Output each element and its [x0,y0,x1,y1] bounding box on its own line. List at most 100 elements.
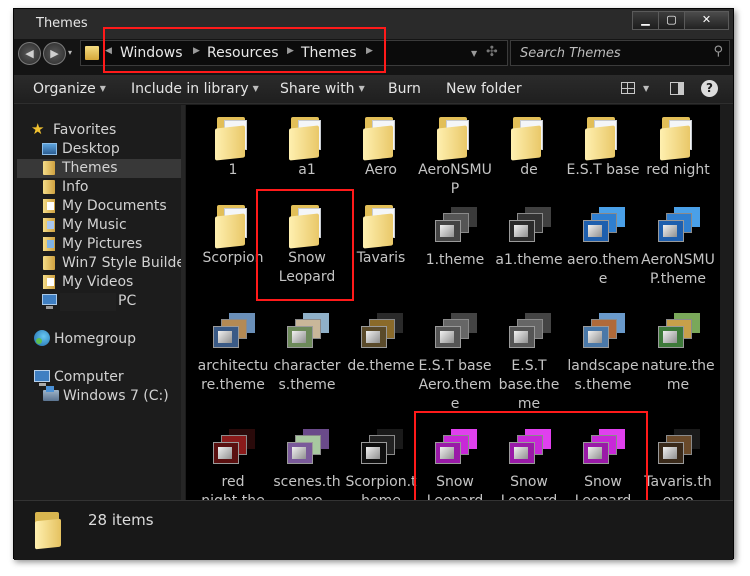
search-box[interactable]: ⚲ [510,40,730,66]
item-label: characters.theme [273,358,341,393]
back-button[interactable]: ◀ [18,42,41,65]
theme-file-de-theme[interactable]: de.theme [344,309,418,376]
nav-item-themes[interactable]: Themes [17,159,183,178]
address-dropdown-icon[interactable]: ▼ [471,49,477,58]
nav-label-info: Info [62,179,89,195]
theme-file-icon [579,207,627,245]
nav-item-my-documents[interactable]: My Documents [40,197,181,216]
nav-item-favorites[interactable]: ★ Favorites [31,120,181,140]
item-label: de.theme [347,358,415,374]
breadcrumb-windows[interactable]: Windows [120,45,183,61]
folder-item-aero[interactable]: Aero [344,115,418,180]
theme-file-icon [357,313,405,351]
theme-file-a1-theme[interactable]: a1.theme [492,203,566,270]
search-icon[interactable]: ⚲ [713,44,723,59]
folder-item-e-s-t-base[interactable]: E.S.T base [566,115,640,180]
nav-item-info[interactable]: Info [40,178,181,197]
help-icon[interactable]: ? [701,80,718,97]
folder-item-de[interactable]: de [492,115,566,180]
theme-file-aero-theme[interactable]: aero.theme [566,203,640,289]
item-count: 28 items [88,511,154,529]
maximize-button[interactable]: ▢ [658,11,685,30]
theme-file-landscapes-theme[interactable]: landscapes.theme [566,309,640,395]
folder-item-a1[interactable]: a1 [270,115,344,180]
folder-item-snow-leopard[interactable]: Snow Leopard [270,203,344,287]
nav-item-homegroup[interactable]: Homegroup [34,330,181,349]
folder-item-aeronsmup[interactable]: AeroNSMUP [418,115,492,199]
folder-icon [43,256,55,270]
theme-file-1-theme[interactable]: 1.theme [418,203,492,270]
theme-file-icon [579,429,627,467]
item-label: red night [646,162,710,178]
nav-label-favorites: Favorites [53,122,117,138]
chevron-down-icon: ▼ [358,84,365,93]
theme-file-icon [431,207,479,245]
folder-item-1[interactable]: 1 [196,115,270,180]
folder-icon [43,161,55,175]
item-label: E.S.T base [566,162,640,178]
folder-icon [289,203,325,249]
breadcrumb-resources[interactable]: Resources [207,45,279,61]
window-title: Themes [36,16,88,31]
folder-item-tavaris[interactable]: Tavaris [344,203,418,268]
burn-button[interactable]: Burn [388,81,421,97]
theme-file-e-s-t-base-theme[interactable]: E.S.T base.theme [492,309,566,414]
item-label: aero.theme [566,252,640,287]
chevron-down-icon[interactable]: ▼ [643,84,649,93]
music-folder-icon [43,218,55,232]
breadcrumb-chevron-icon[interactable]: ▶ [366,46,373,56]
item-label: 1 [228,162,238,178]
desktop-icon [42,143,57,155]
theme-file-scorpion-theme[interactable]: Scorpion.theme [344,425,418,511]
include-in-library-label: Include in library [131,81,249,97]
folder-icon [215,203,251,249]
nav-item-computer[interactable]: Computer [34,368,181,387]
theme-file-tavaris-theme[interactable]: Tavaris.theme [641,425,715,511]
videos-folder-icon [43,275,55,289]
minimize-button[interactable]: ▁ [632,11,659,30]
refresh-icon[interactable]: ✣ [486,44,498,60]
close-button[interactable]: ✕ [684,11,729,30]
folder-item-scorpion[interactable]: Scorpion [196,203,270,268]
nav-label-computer: Computer [54,369,124,385]
organize-menu[interactable]: Organize ▼ [33,81,106,97]
explorer-window: Themes ▁ ▢ ✕ ◀ ▶ ▾ ◀ Windows ▶ Resources… [13,8,734,560]
include-in-library-menu[interactable]: Include in library ▼ [131,81,259,97]
nav-item-my-videos[interactable]: My Videos [40,273,181,292]
nav-label-windows7-drive: Windows 7 (C:) [63,388,169,404]
theme-file-aeronsmup-theme[interactable]: AeroNSMUP.theme [641,203,715,289]
search-input[interactable] [511,41,701,65]
theme-file-scenes-theme[interactable]: scenes.theme [270,425,344,511]
nav-item-my-pictures[interactable]: My Pictures [40,235,181,254]
nav-label-themes: Themes [62,160,118,176]
file-list[interactable]: Tavaris.themeSnow Leopard .themeSnow Leo… [186,105,720,528]
folder-icon [511,115,547,161]
item-label: a1.theme [495,252,563,268]
share-with-menu[interactable]: Share with ▼ [280,81,365,97]
breadcrumb-chevron-icon[interactable]: ▶ [193,46,200,56]
nav-item-my-music[interactable]: My Music [40,216,181,235]
nav-item-pc[interactable]: PC [40,292,181,311]
theme-file-icon [654,207,702,245]
change-view-icon[interactable] [621,82,635,94]
breadcrumb-chevron-icon[interactable]: ◀ [105,46,112,56]
folder-item-red-night[interactable]: red night [641,115,715,180]
recent-pages-dropdown[interactable]: ▾ [68,48,72,57]
nav-item-desktop[interactable]: Desktop [40,140,181,159]
nav-item-win7-style-builder[interactable]: Win7 Style Builder [40,254,191,273]
theme-file-icon [283,313,331,351]
theme-file-e-s-t-base-aero-theme[interactable]: E.S.T base Aero.theme [418,309,492,414]
nav-item-windows7-drive[interactable]: Windows 7 (C:) [43,386,181,406]
nav-pane-scrollbar[interactable] [181,105,185,500]
new-folder-button[interactable]: New folder [446,81,522,97]
theme-file-architecture-theme[interactable]: architecture.theme [196,309,270,395]
title-bar[interactable]: Themes ▁ ▢ ✕ [14,9,733,39]
address-bar[interactable]: ◀ Windows ▶ Resources ▶ Themes ▶ ▼ ✣ [80,40,508,66]
breadcrumb-chevron-icon[interactable]: ▶ [287,46,294,56]
theme-file-icon [505,207,553,245]
theme-file-nature-theme[interactable]: nature.theme [641,309,715,395]
forward-button[interactable]: ▶ [43,42,66,65]
breadcrumb-themes[interactable]: Themes [301,45,357,61]
theme-file-characters-theme[interactable]: characters.theme [270,309,344,395]
preview-pane-icon[interactable] [670,82,684,95]
